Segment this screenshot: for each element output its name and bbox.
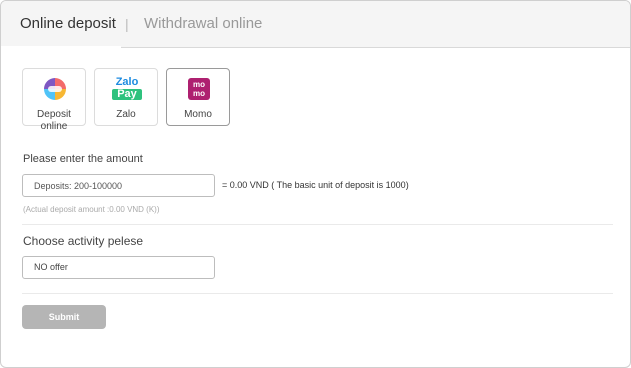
tab-separator: | xyxy=(125,16,129,32)
method-zalo[interactable]: Zalo Pay Zalo xyxy=(94,68,158,126)
amount-input[interactable] xyxy=(22,174,215,197)
divider xyxy=(22,224,613,225)
method-label: Deposit online xyxy=(37,109,71,132)
conversion-text: = 0.00 VND ( The basic unit of deposit i… xyxy=(222,180,409,190)
tab-withdrawal-online[interactable]: Withdrawal online xyxy=(144,15,262,33)
zalo-logo-text: Zalo xyxy=(115,76,139,88)
activity-select[interactable]: NO offer xyxy=(22,256,215,279)
actual-amount-text: (Actual deposit amount :0.00 VND (K)) xyxy=(23,205,160,214)
submit-button[interactable]: Submit xyxy=(22,305,106,329)
online-banking-icon xyxy=(44,78,66,100)
tab-online-deposit[interactable]: Online deposit xyxy=(20,15,116,33)
pay-logo-text: Pay xyxy=(112,89,142,100)
tab-bar: Online deposit | Withdrawal online xyxy=(1,1,630,48)
method-label: Momo xyxy=(184,109,212,120)
activity-label: Choose activity pelese xyxy=(23,234,144,248)
method-deposit-online[interactable]: Deposit online xyxy=(22,68,86,132)
method-momo[interactable]: mo mo Momo xyxy=(166,68,230,126)
divider xyxy=(22,293,613,294)
active-tab-indicator xyxy=(1,46,121,48)
zalopay-icon: Zalo Pay xyxy=(112,77,142,100)
method-label: Zalo xyxy=(116,109,136,120)
amount-label: Please enter the amount xyxy=(23,153,143,165)
deposit-panel: Online deposit | Withdrawal online Depos… xyxy=(0,0,631,368)
momo-icon: mo mo xyxy=(188,78,210,100)
